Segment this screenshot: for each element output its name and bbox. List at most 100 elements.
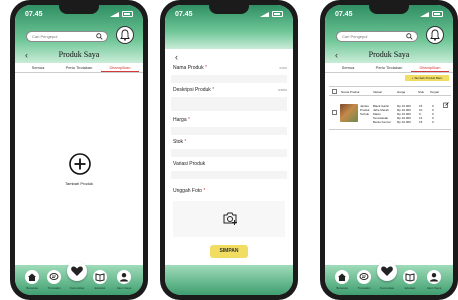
phone-product-list-empty: 07.45 Cari Pengepul ‹ Produk Saya Semua … <box>10 0 148 300</box>
nav-akun-saya[interactable] <box>427 270 441 284</box>
search-placeholder: Cari Pengepul <box>342 34 368 39</box>
add-product-button[interactable] <box>69 153 91 175</box>
deskripsi-produk-input[interactable] <box>171 97 287 111</box>
product-name: Jambu Produk Terbuk <box>360 104 370 116</box>
variant: Beras Kencur <box>373 120 392 124</box>
nav-label-komunitas: Komunitas <box>379 286 395 290</box>
nav-label-akun-saya: Akun Saya <box>426 286 442 290</box>
nav-transaksi[interactable] <box>357 270 371 284</box>
field-label-stok: Stok * <box>173 139 186 145</box>
table-header: Nama Produk Variasi Harga Stok Terjual <box>329 86 451 96</box>
col-variasi: Variasi <box>373 90 382 94</box>
battery-icon <box>122 11 133 17</box>
col-stok: Stok <box>418 90 425 94</box>
tab-perlu-tindakan[interactable]: Perlu Tindakan <box>370 65 408 70</box>
product-image <box>340 104 358 122</box>
header: 07.45 Cari Pengepul ‹ Produk Saya <box>15 5 143 63</box>
row-checkbox[interactable] <box>332 110 337 115</box>
save-button[interactable]: SIMPAN <box>210 245 248 258</box>
char-counter: 0/3000 <box>277 88 287 92</box>
label-text: Deskripsi Produk <box>173 87 211 93</box>
bell-icon <box>430 29 440 41</box>
nav-label-akun-saya: Akun Saya <box>116 286 132 290</box>
field-label-harga: Harga * <box>173 117 190 123</box>
chat-icon <box>49 273 59 280</box>
nav-label-beranda: Beranda <box>336 286 348 290</box>
price: Rp 10.000 <box>397 120 411 124</box>
notch <box>59 5 99 14</box>
book-icon <box>405 273 415 282</box>
table-row[interactable]: Jambu Produk Terbuk Black Garlic Jahe Me… <box>329 100 451 130</box>
status-time: 07.45 <box>25 11 43 18</box>
nav-edukasi[interactable] <box>93 270 107 284</box>
bell-icon <box>120 29 130 41</box>
field-label-variasi-produk: Variasi Produk <box>173 161 205 167</box>
tab-ditampilkan[interactable]: Ditampilkan <box>411 65 449 72</box>
camera-add-icon <box>223 212 237 225</box>
tab-perlu-tindakan[interactable]: Perlu Tindakan <box>60 65 98 70</box>
notification-button[interactable] <box>116 26 134 44</box>
nav-label-beranda: Beranda <box>26 286 38 290</box>
nav-label-edukasi: Edukasi <box>404 286 416 290</box>
search-icon <box>96 33 103 40</box>
tab-semua[interactable]: Semua <box>19 65 57 70</box>
add-new-product-button[interactable]: + Tambah Produk Baru <box>405 75 449 81</box>
search-placeholder: Cari Pengepul <box>32 34 58 39</box>
field-label-unggah-foto: Unggah Foto * <box>173 188 205 194</box>
home-icon <box>28 273 36 281</box>
heart-hands-icon <box>71 266 83 276</box>
col-terjual: Terjual <box>430 90 439 94</box>
back-button[interactable]: ‹ <box>175 53 178 62</box>
page-title: Produk Saya <box>58 50 100 59</box>
harga-input[interactable] <box>171 127 287 135</box>
tab-ditampilkan[interactable]: Ditampilkan <box>101 65 139 72</box>
label-text: Variasi Produk <box>173 161 206 167</box>
nav-komunitas[interactable] <box>67 261 87 281</box>
bottom-bar <box>165 265 293 295</box>
required-mark: * <box>212 87 215 93</box>
app-mockups: 07.45 Cari Pengepul ‹ Produk Saya Semua … <box>0 0 458 300</box>
status-time: 07.45 <box>175 11 193 18</box>
field-label-deskripsi-produk: Deskripsi Produk * <box>173 87 214 93</box>
required-mark: * <box>203 188 206 194</box>
nav-edukasi[interactable] <box>403 270 417 284</box>
required-mark: * <box>204 65 207 71</box>
screen: 07.45 ‹ Nama Produk * 0/200 Deskripsi Pr… <box>165 5 293 295</box>
search-input[interactable]: Cari Pengepul <box>336 31 418 42</box>
col-nama-produk: Nama Produk <box>341 90 360 94</box>
nav-komunitas[interactable] <box>377 261 397 281</box>
nav-beranda[interactable] <box>335 270 349 284</box>
screen: 07.45 Cari Pengepul ‹ Produk Saya Semua … <box>325 5 453 295</box>
add-product-label: Tambah Produk <box>64 181 93 186</box>
nav-transaksi[interactable] <box>47 270 61 284</box>
stock-list: 15 10 9 12 15 <box>419 104 422 124</box>
signal-icon <box>110 12 119 17</box>
variasi-produk-input[interactable] <box>171 171 287 179</box>
label-text: Unggah Foto <box>173 188 202 194</box>
screen: 07.45 Cari Pengepul ‹ Produk Saya Semua … <box>15 5 143 295</box>
search-input[interactable]: Cari Pengepul <box>26 31 108 42</box>
edit-icon[interactable] <box>443 102 449 108</box>
nav-label-edukasi: Edukasi <box>94 286 106 290</box>
label-text: Harga <box>173 117 187 123</box>
label-text: Nama Produk <box>173 65 204 71</box>
header: 07.45 <box>165 5 293 49</box>
required-mark: * <box>188 117 190 123</box>
required-mark: * <box>184 139 187 145</box>
tab-bar: Semua Perlu Tindakan Ditampilkan <box>325 63 453 73</box>
stok-input[interactable] <box>171 149 287 157</box>
header: 07.45 Cari Pengepul ‹ Produk Saya <box>325 5 453 63</box>
stock: 15 <box>419 120 423 124</box>
nav-label-komunitas: Komunitas <box>69 286 85 290</box>
field-label-nama-produk: Nama Produk * <box>173 65 207 71</box>
select-all-checkbox[interactable] <box>332 89 337 94</box>
nav-akun-saya[interactable] <box>117 270 131 284</box>
photo-upload-area[interactable] <box>173 201 285 237</box>
status-time: 07.45 <box>335 11 353 18</box>
tab-semua[interactable]: Semua <box>329 65 367 70</box>
notification-button[interactable] <box>426 26 444 44</box>
nama-produk-input[interactable] <box>171 75 287 83</box>
nav-beranda[interactable] <box>25 270 39 284</box>
nav-label-transaksi: Transaksi <box>47 286 61 290</box>
battery-icon <box>432 11 443 17</box>
